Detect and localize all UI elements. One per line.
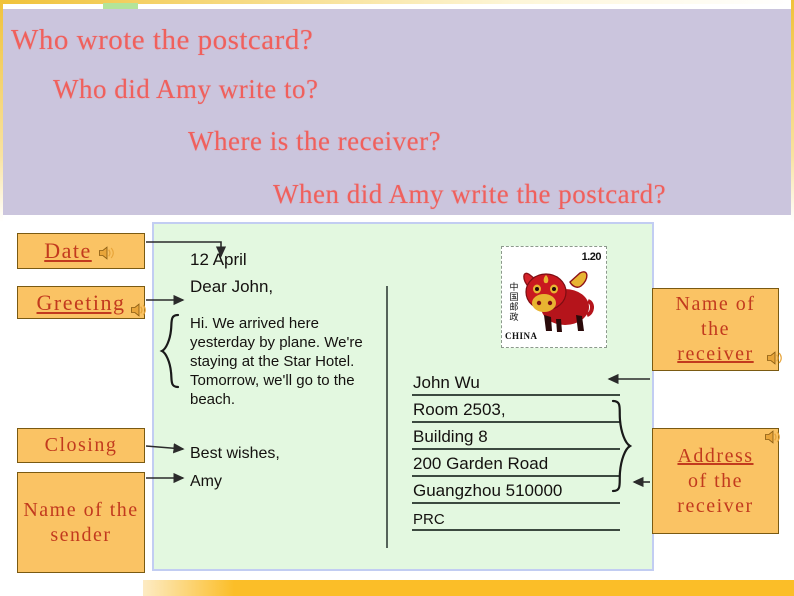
label-greeting-text: Greeting (36, 289, 126, 315)
label-date-text: Date (44, 238, 92, 264)
speaker-icon[interactable] (128, 300, 150, 320)
speaker-icon[interactable] (762, 427, 784, 447)
label-address-line1: Address (677, 444, 754, 467)
label-receiver[interactable]: Name of the receiver (652, 288, 782, 371)
postage-stamp: 1.20 中国邮政 CHINA (501, 246, 607, 348)
address-line: Building 8 (412, 423, 620, 450)
label-address[interactable]: Address of the receiver (652, 428, 780, 534)
label-greeting[interactable]: Greeting (17, 286, 146, 319)
postcard-address-block: John Wu Room 2503, Building 8 200 Garden… (412, 369, 620, 531)
address-line: PRC (412, 504, 620, 531)
question-3: Where is the receiver? (188, 126, 442, 156)
postcard-body-text: Hi. We arrived here yesterday by plane. … (190, 315, 363, 408)
postcard-closing: Best wishes, (190, 445, 280, 462)
label-sender[interactable]: Name of the sender (17, 472, 145, 573)
label-receiver-line2: the (701, 318, 730, 340)
postcard-signature: Amy (190, 473, 222, 490)
bottom-accent-bar (143, 580, 794, 596)
ox-zodiac-icon (523, 271, 594, 332)
label-receiver-line1: Name of (675, 293, 756, 315)
label-closing-text: Closing (44, 434, 118, 456)
speaker-icon[interactable] (764, 348, 786, 368)
postcard-divider-line (386, 286, 388, 548)
stamp-issuer-chinese: 中国邮政 (509, 283, 519, 323)
speaker-icon[interactable] (96, 243, 118, 263)
postcard: 12 April Dear John, Hi. We arrived here … (152, 222, 654, 571)
label-sender-text: Name of the sender (23, 498, 139, 546)
label-address-line2: of the (687, 469, 744, 492)
label-address-line3: receiver (677, 494, 754, 517)
postcard-date: 12 April (190, 250, 247, 269)
postcard-content: 12 April Dear John, Hi. We arrived here … (154, 224, 652, 569)
address-line: Room 2503, (412, 396, 620, 423)
slide-canvas: Who wrote the postcard? Who did Amy writ… (0, 0, 794, 596)
label-closing[interactable]: Closing (17, 428, 145, 463)
address-line: Guangzhou 510000 (412, 477, 620, 504)
postcard-greeting: Dear John, (190, 277, 274, 296)
label-receiver-line3: receiver (677, 343, 754, 365)
question-banner: Who wrote the postcard? Who did Amy writ… (3, 9, 791, 215)
question-2: Who did Amy write to? (53, 74, 319, 104)
address-line: John Wu (412, 369, 620, 396)
address-line: 200 Garden Road (412, 450, 620, 477)
question-1: Who wrote the postcard? (11, 24, 314, 56)
label-date[interactable]: Date (17, 233, 145, 269)
question-4: When did Amy write the postcard? (273, 179, 667, 209)
